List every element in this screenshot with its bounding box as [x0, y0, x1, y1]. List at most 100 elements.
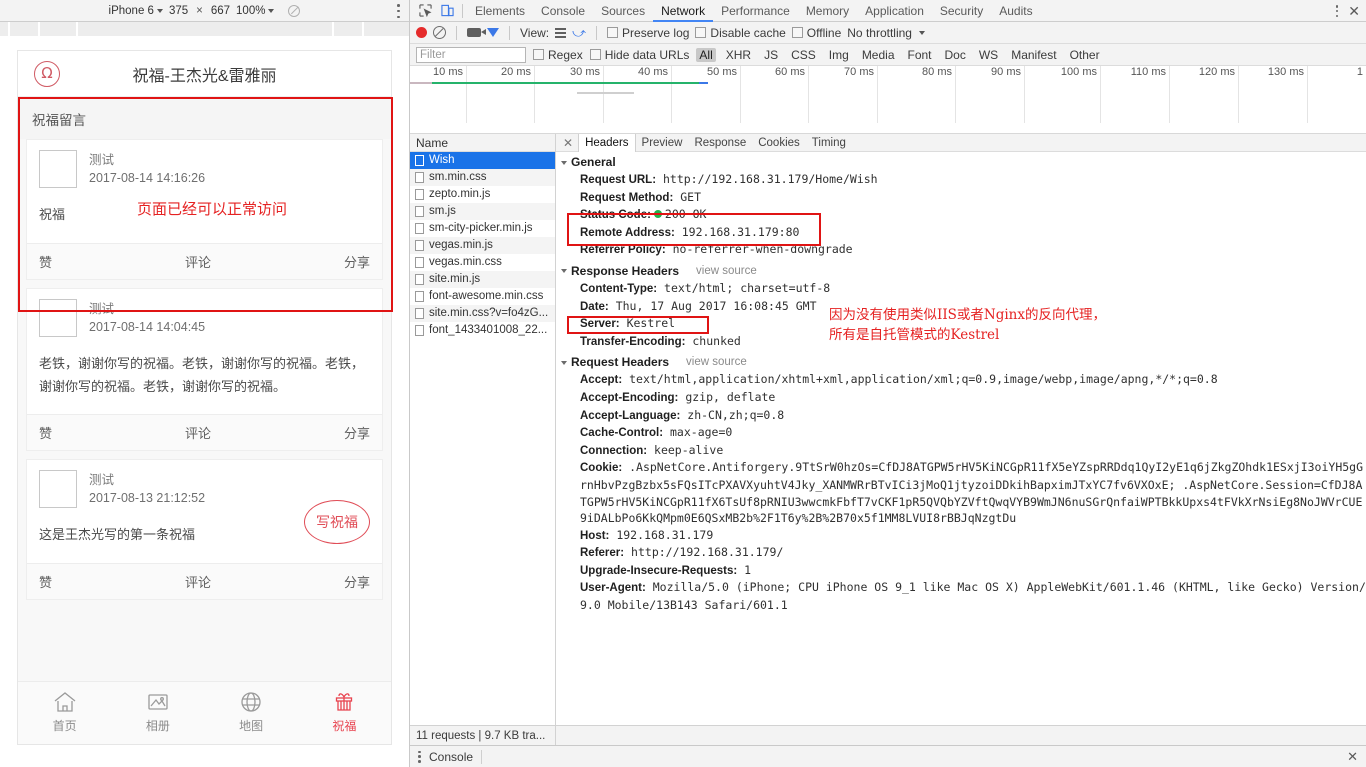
timeline-tick: 90 ms — [991, 66, 1021, 78]
hide-data-urls-checkbox[interactable]: Hide data URLs — [589, 47, 690, 62]
hide-data-urls-label: Hide data URLs — [604, 47, 690, 62]
table-row[interactable]: sm-city-picker.min.js — [410, 220, 555, 237]
type-filter-css[interactable]: CSS — [788, 48, 819, 62]
device-toolbar-menu-icon[interactable] — [397, 4, 400, 18]
document-icon — [415, 155, 424, 166]
comment-button[interactable]: 评论 — [52, 572, 344, 591]
post-actions: 赞 评论 分享 — [27, 563, 382, 599]
type-filter-font[interactable]: Font — [905, 48, 935, 62]
tab-network[interactable]: Network — [653, 0, 713, 22]
zoom-select[interactable]: 100% — [236, 5, 275, 17]
share-button[interactable]: 分享 — [344, 252, 370, 271]
write-wish-button[interactable]: 写祝福 — [304, 500, 370, 545]
like-button[interactable]: 赞 — [39, 572, 52, 591]
drawer-tab-console[interactable]: Console — [429, 749, 483, 764]
like-button[interactable]: 赞 — [39, 252, 52, 271]
throttling-select[interactable]: No throttling — [847, 26, 925, 40]
tab-map[interactable]: 地图 — [205, 690, 298, 734]
request-list-header[interactable]: Name — [410, 134, 555, 152]
response-headers-title[interactable]: Response Headers view source — [561, 263, 1366, 280]
detail-tab-response[interactable]: Response — [688, 134, 752, 152]
comment-button[interactable]: 评论 — [52, 423, 344, 442]
detail-tab-headers[interactable]: Headers — [578, 133, 636, 152]
capture-screenshots-icon[interactable] — [467, 28, 486, 37]
list-view-icon[interactable] — [555, 27, 567, 38]
device-select[interactable]: iPhone 6 — [109, 5, 163, 17]
device-width-input[interactable]: 375 — [169, 5, 188, 17]
type-filter-doc[interactable]: Doc — [942, 48, 969, 62]
tab-performance[interactable]: Performance — [713, 0, 798, 22]
share-button[interactable]: 分享 — [344, 572, 370, 591]
type-filter-other[interactable]: Other — [1067, 48, 1103, 62]
toggle-device-toolbar-icon[interactable] — [436, 1, 458, 21]
table-row[interactable]: sm.js — [410, 203, 555, 220]
close-icon[interactable]: ✕ — [1347, 749, 1358, 765]
general-group-title[interactable]: General — [561, 154, 1366, 171]
checkbox-box — [791, 27, 803, 38]
tab-wish[interactable]: 祝福 — [298, 690, 391, 734]
tab-elements[interactable]: Elements — [467, 0, 533, 22]
header-value: gzip, deflate — [685, 389, 776, 404]
table-row[interactable]: sm.min.css — [410, 169, 555, 186]
header-row: Referer: http://192.168.31.179/ — [562, 544, 1366, 562]
waterfall-view-icon[interactable]: ⤻ — [572, 25, 586, 41]
list-item[interactable]: 测试 2017-08-14 14:16:26 祝福 页面已经可以正常访问 赞 评… — [26, 139, 383, 280]
type-filter-js[interactable]: JS — [761, 48, 781, 62]
table-row[interactable]: vegas.min.js — [410, 237, 555, 254]
view-source-link[interactable]: view source — [696, 263, 757, 280]
table-row[interactable]: site.min.css?v=fo4zG... — [410, 305, 555, 322]
devtools-menu-icon[interactable] — [1335, 5, 1339, 17]
record-button[interactable] — [416, 27, 427, 38]
table-row[interactable]: zepto.min.js — [410, 186, 555, 203]
list-item[interactable]: 测试 2017-08-14 14:04:45 老铁，谢谢你写的祝福。老铁，谢谢你… — [26, 287, 383, 452]
table-row[interactable]: site.min.js — [410, 271, 555, 288]
table-row[interactable]: font_1433401008_22... — [410, 322, 555, 339]
no-throttling-icon[interactable] — [288, 4, 301, 17]
close-detail-icon[interactable]: ✕ — [558, 136, 578, 150]
tab-memory[interactable]: Memory — [798, 0, 857, 22]
tab-security[interactable]: Security — [932, 0, 991, 22]
tab-console[interactable]: Console — [533, 0, 593, 22]
header-key: Date: — [580, 300, 609, 313]
offline-checkbox[interactable]: Offline — [791, 26, 841, 40]
post-time: 2017-08-13 21:12:52 — [89, 491, 206, 506]
type-filter-manifest[interactable]: Manifest — [1008, 48, 1059, 62]
filter-input[interactable]: Filter — [416, 46, 526, 63]
detail-tab-preview[interactable]: Preview — [636, 134, 689, 152]
tab-sources[interactable]: Sources — [593, 0, 653, 22]
type-filter-all[interactable]: All — [696, 47, 716, 62]
type-filter-ws[interactable]: WS — [976, 48, 1001, 62]
close-icon[interactable]: ✕ — [1348, 4, 1360, 18]
table-row[interactable]: font-awesome.min.css — [410, 288, 555, 305]
request-name: site.min.js — [429, 273, 481, 285]
avatar — [39, 150, 77, 188]
tab-album[interactable]: 相册 — [111, 690, 204, 734]
table-row[interactable]: vegas.min.css — [410, 254, 555, 271]
clear-icon[interactable] — [433, 26, 446, 39]
device-height-input[interactable]: 667 — [211, 5, 230, 17]
comment-button[interactable]: 评论 — [52, 252, 344, 271]
view-source-link[interactable]: view source — [686, 354, 747, 371]
request-detail-pane: ✕ Headers Preview Response Cookies Timin… — [556, 133, 1366, 725]
request-headers-title[interactable]: Request Headers view source — [561, 354, 1366, 371]
preserve-log-checkbox[interactable]: Preserve log — [607, 26, 689, 40]
detail-tab-cookies[interactable]: Cookies — [752, 134, 806, 152]
type-filter-xhr[interactable]: XHR — [723, 48, 754, 62]
type-filter-media[interactable]: Media — [859, 48, 898, 62]
network-timeline-overview[interactable]: 10 ms 20 ms 30 ms 40 ms 50 ms 60 ms 70 m… — [410, 66, 1366, 134]
tab-application[interactable]: Application — [857, 0, 932, 22]
tab-home[interactable]: 首页 — [18, 690, 111, 734]
detail-tab-timing[interactable]: Timing — [806, 134, 852, 152]
list-item[interactable]: 测试 2017-08-13 21:12:52 这是王杰光写的第一条祝福 写祝福 … — [26, 459, 383, 600]
like-button[interactable]: 赞 — [39, 423, 52, 442]
regex-checkbox[interactable]: Regex — [533, 48, 583, 62]
drawer-menu-icon[interactable] — [418, 750, 421, 763]
tab-audits[interactable]: Audits — [991, 0, 1040, 22]
share-button[interactable]: 分享 — [344, 423, 370, 442]
disable-cache-checkbox[interactable]: Disable cache — [695, 26, 786, 40]
table-row[interactable]: Wish — [410, 152, 555, 169]
filter-icon[interactable] — [487, 28, 499, 37]
inspect-element-icon[interactable] — [414, 1, 436, 21]
divider — [462, 3, 463, 18]
type-filter-img[interactable]: Img — [826, 48, 852, 62]
